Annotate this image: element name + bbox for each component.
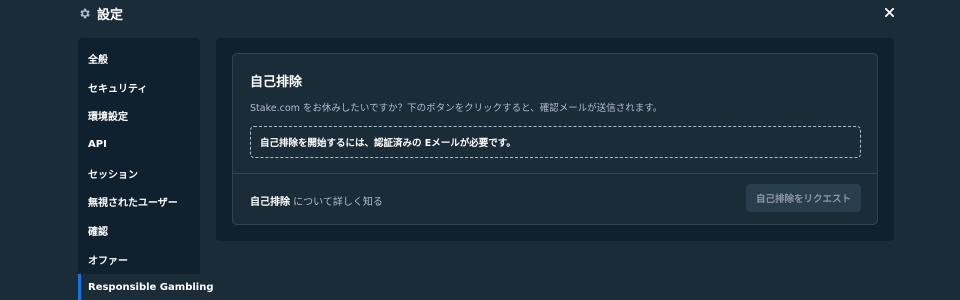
- close-icon: [884, 7, 894, 17]
- request-self-exclusion-button[interactable]: 自己排除をリクエスト: [746, 184, 861, 212]
- gear-icon: [78, 7, 91, 20]
- learn-more-bold: 自己排除: [250, 197, 290, 208]
- sidebar-item-responsible-gambling[interactable]: Responsible Gambling: [78, 273, 213, 300]
- card-divider: [233, 173, 877, 174]
- sidebar-item-preferences[interactable]: 環境設定: [78, 101, 200, 130]
- sidebar-item-verify[interactable]: 確認: [78, 216, 200, 245]
- settings-sidebar: 全般 セキュリティ 環境設定 API セッション 無視されたユーザー 確認 オフ…: [78, 38, 213, 300]
- sidebar-item-offers[interactable]: オファー: [78, 245, 200, 274]
- card-title: 自己排除: [250, 75, 303, 90]
- sidebar-item-general[interactable]: 全般: [78, 44, 200, 73]
- learn-more-link[interactable]: 自己排除 について詳しく知る: [250, 193, 383, 208]
- modal-title-text: 設定: [97, 8, 124, 23]
- learn-more-text: について詳しく知る: [290, 197, 383, 208]
- sidebar-item-sessions[interactable]: セッション: [78, 159, 200, 188]
- sidebar-item-ignored-users[interactable]: 無視されたユーザー: [78, 187, 200, 216]
- content-panel: 自己排除 Stake.com をお休みしたいですか？下のボタンをクリックすると、…: [216, 38, 894, 241]
- sidebar-item-security[interactable]: セキュリティ: [78, 73, 200, 102]
- modal-title: 設定: [78, 4, 123, 23]
- sidebar-item-api[interactable]: API: [78, 130, 200, 159]
- card-description: Stake.com をお休みしたいですか？下のボタンをクリックすると、確認メール…: [250, 103, 663, 114]
- self-exclusion-card: 自己排除 Stake.com をお休みしたいですか？下のボタンをクリックすると、…: [232, 53, 878, 225]
- modal-header: 設定: [0, 0, 960, 26]
- close-button[interactable]: [882, 5, 896, 19]
- email-required-notice: 自己排除を開始するには、認証済みの Eメールが必要です。: [250, 126, 861, 158]
